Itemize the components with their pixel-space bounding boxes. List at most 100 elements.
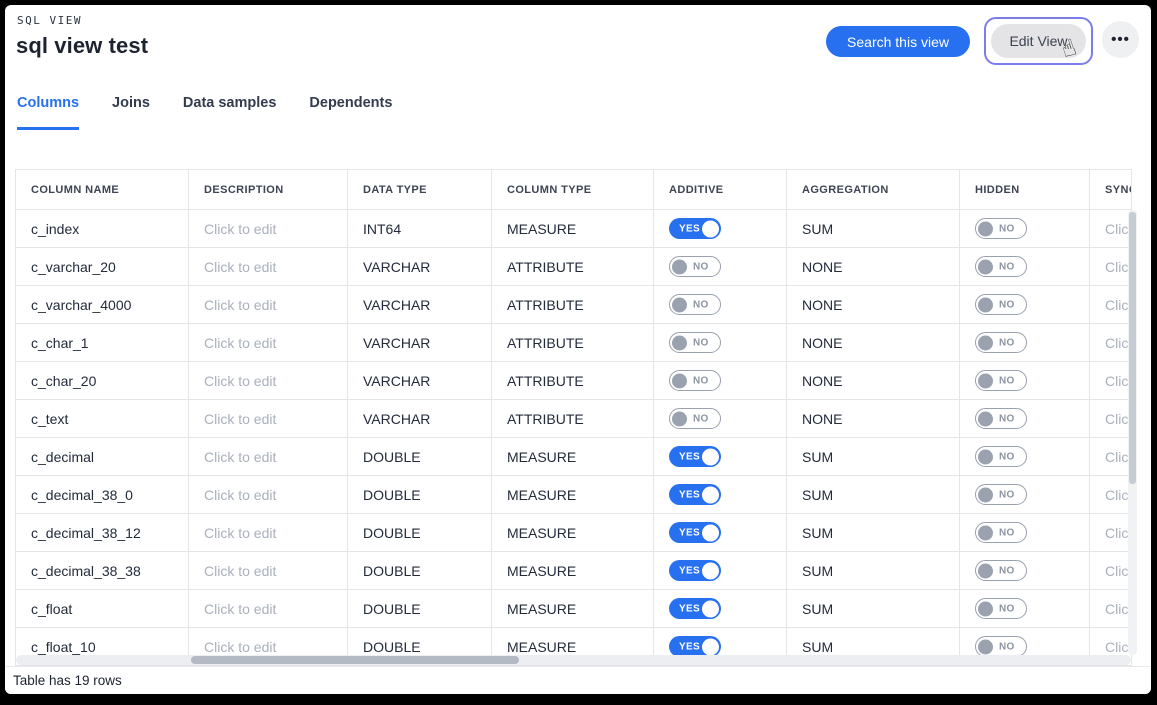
cell-description[interactable]: Click to edit	[189, 286, 348, 323]
table-footer: Table has 19 rows	[5, 666, 1151, 694]
toggle-knob-icon	[978, 639, 993, 654]
cell-aggregation[interactable]: NONE	[787, 248, 960, 285]
cell-data-type: VARCHAR	[348, 362, 492, 399]
cell-column-name[interactable]: c_varchar_4000	[16, 286, 189, 323]
vertical-scrollbar[interactable]	[1128, 210, 1137, 655]
cell-column-type[interactable]: MEASURE	[492, 514, 654, 551]
cell-synonyms[interactable]: Click to edit	[1090, 590, 1131, 627]
hidden-toggle[interactable]: NO	[975, 484, 1027, 505]
tab-joins[interactable]: Joins	[112, 95, 150, 130]
additive-toggle[interactable]: NO	[669, 370, 721, 391]
cell-aggregation[interactable]: SUM	[787, 210, 960, 247]
horizontal-scrollbar[interactable]	[16, 655, 1131, 665]
cell-description[interactable]: Click to edit	[189, 552, 348, 589]
cell-column-name[interactable]: c_text	[16, 400, 189, 437]
cell-column-type[interactable]: ATTRIBUTE	[492, 248, 654, 285]
cell-synonyms[interactable]: Click to edit	[1090, 400, 1131, 437]
cell-column-name[interactable]: c_decimal	[16, 438, 189, 475]
more-options-button[interactable]: •••	[1102, 21, 1139, 58]
hidden-toggle[interactable]: NO	[975, 408, 1027, 429]
cell-description[interactable]: Click to edit	[189, 400, 348, 437]
additive-toggle[interactable]: YES	[669, 598, 721, 619]
cell-description[interactable]: Click to edit	[189, 362, 348, 399]
cell-column-name[interactable]: c_decimal_38_38	[16, 552, 189, 589]
cell-aggregation[interactable]: NONE	[787, 400, 960, 437]
hidden-toggle[interactable]: NO	[975, 598, 1027, 619]
additive-toggle[interactable]: YES	[669, 446, 721, 467]
cell-column-type[interactable]: ATTRIBUTE	[492, 362, 654, 399]
tab-data-samples[interactable]: Data samples	[183, 95, 277, 130]
cell-description[interactable]: Click to edit	[189, 476, 348, 513]
cell-synonyms[interactable]: Click to edit	[1090, 248, 1131, 285]
additive-toggle[interactable]: YES	[669, 484, 721, 505]
search-this-view-button[interactable]: Search this view	[826, 26, 970, 57]
cell-synonyms[interactable]: Click to edit	[1090, 514, 1131, 551]
hidden-toggle[interactable]: NO	[975, 522, 1027, 543]
hidden-toggle[interactable]: NO	[975, 446, 1027, 467]
cell-column-type[interactable]: ATTRIBUTE	[492, 400, 654, 437]
cell-data-type: DOUBLE	[348, 590, 492, 627]
cell-description[interactable]: Click to edit	[189, 248, 348, 285]
hidden-toggle[interactable]: NO	[975, 560, 1027, 581]
cell-aggregation[interactable]: SUM	[787, 514, 960, 551]
cell-column-name[interactable]: c_varchar_20	[16, 248, 189, 285]
additive-toggle[interactable]: NO	[669, 332, 721, 353]
edit-view-button[interactable]: Edit View	[991, 24, 1086, 58]
hidden-toggle[interactable]: NO	[975, 256, 1027, 277]
cell-description[interactable]: Click to edit	[189, 438, 348, 475]
cell-description[interactable]: Click to edit	[189, 590, 348, 627]
cell-column-name[interactable]: c_decimal_38_0	[16, 476, 189, 513]
additive-toggle[interactable]: NO	[669, 408, 721, 429]
cell-synonyms[interactable]: Click to edit	[1090, 286, 1131, 323]
cell-column-type[interactable]: ATTRIBUTE	[492, 286, 654, 323]
cell-description[interactable]: Click to edit	[189, 324, 348, 361]
additive-toggle[interactable]: YES	[669, 218, 721, 239]
vertical-scrollbar-thumb[interactable]	[1129, 212, 1136, 484]
cell-additive: NO	[654, 286, 787, 323]
cell-aggregation[interactable]: SUM	[787, 590, 960, 627]
toggle-knob-icon	[672, 373, 687, 388]
cell-synonyms[interactable]: Click to edit	[1090, 210, 1131, 247]
table-body: c_index Click to edit INT64 MEASURE YES …	[16, 210, 1131, 666]
additive-toggle[interactable]: YES	[669, 636, 721, 657]
cell-synonyms[interactable]: Click to edit	[1090, 362, 1131, 399]
cell-column-name[interactable]: c_index	[16, 210, 189, 247]
cell-synonyms[interactable]: Click to edit	[1090, 476, 1131, 513]
cell-column-name[interactable]: c_float	[16, 590, 189, 627]
cell-aggregation[interactable]: SUM	[787, 476, 960, 513]
cell-aggregation[interactable]: SUM	[787, 552, 960, 589]
cell-aggregation[interactable]: NONE	[787, 324, 960, 361]
hidden-toggle[interactable]: NO	[975, 294, 1027, 315]
tab-columns[interactable]: Columns	[17, 95, 79, 130]
cell-column-type[interactable]: MEASURE	[492, 210, 654, 247]
cell-aggregation[interactable]: NONE	[787, 362, 960, 399]
hidden-toggle[interactable]: NO	[975, 636, 1027, 657]
additive-toggle[interactable]: YES	[669, 560, 721, 581]
cell-column-type[interactable]: MEASURE	[492, 476, 654, 513]
cell-column-name[interactable]: c_decimal_38_12	[16, 514, 189, 551]
toggle-knob-icon	[672, 259, 687, 274]
cell-aggregation[interactable]: SUM	[787, 438, 960, 475]
additive-toggle[interactable]: NO	[669, 294, 721, 315]
additive-toggle[interactable]: YES	[669, 522, 721, 543]
cell-hidden: NO	[960, 438, 1090, 475]
cell-description[interactable]: Click to edit	[189, 210, 348, 247]
cell-synonyms[interactable]: Click to edit	[1090, 438, 1131, 475]
cell-description[interactable]: Click to edit	[189, 514, 348, 551]
additive-toggle[interactable]: NO	[669, 256, 721, 277]
cell-synonyms[interactable]: Click to edit	[1090, 552, 1131, 589]
cell-column-name[interactable]: c_char_20	[16, 362, 189, 399]
cell-column-type[interactable]: MEASURE	[492, 590, 654, 627]
toggle-knob-icon	[672, 335, 687, 350]
cell-column-type[interactable]: ATTRIBUTE	[492, 324, 654, 361]
cell-column-type[interactable]: MEASURE	[492, 552, 654, 589]
hidden-toggle[interactable]: NO	[975, 370, 1027, 391]
hidden-toggle[interactable]: NO	[975, 218, 1027, 239]
horizontal-scrollbar-thumb[interactable]	[191, 656, 519, 664]
cell-column-name[interactable]: c_char_1	[16, 324, 189, 361]
cell-column-type[interactable]: MEASURE	[492, 438, 654, 475]
cell-aggregation[interactable]: NONE	[787, 286, 960, 323]
tab-dependents[interactable]: Dependents	[309, 95, 392, 130]
cell-synonyms[interactable]: Click to edit	[1090, 324, 1131, 361]
hidden-toggle[interactable]: NO	[975, 332, 1027, 353]
